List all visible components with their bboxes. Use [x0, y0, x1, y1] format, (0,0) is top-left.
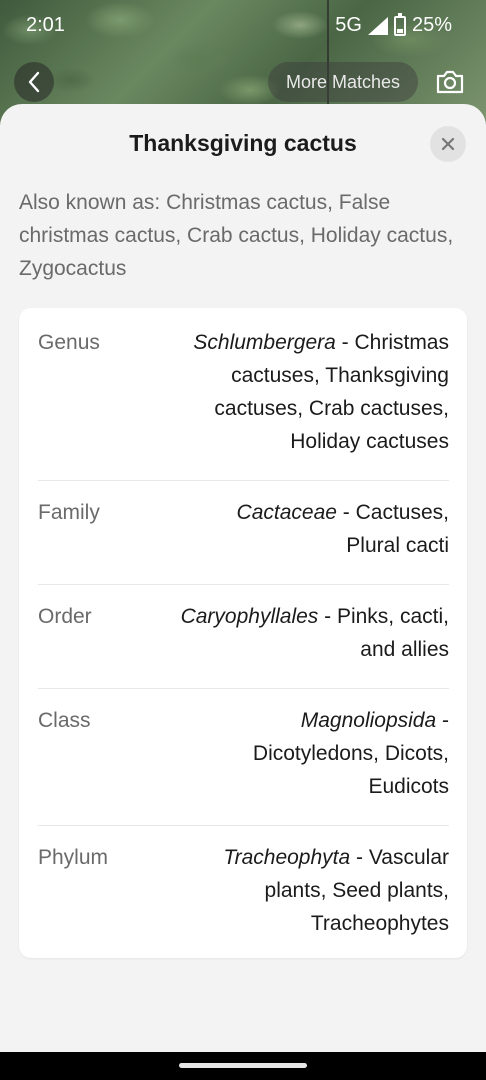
row-divider: [38, 825, 449, 826]
row-divider: [38, 584, 449, 585]
more-matches-button[interactable]: More Matches: [268, 62, 418, 102]
back-button[interactable]: [14, 62, 54, 102]
taxonomy-label: Order: [38, 605, 92, 628]
scientific-name: Caryophyllales: [180, 605, 319, 628]
scientific-name: Schlumbergera: [193, 331, 336, 354]
scientific-name: Cactaceae: [236, 501, 337, 524]
home-gesture-handle[interactable]: [179, 1063, 307, 1068]
plant-name-title: Thanksgiving cactus: [129, 130, 357, 156]
common-names: - Pinks, cacti, and allies: [318, 605, 449, 661]
navigation-bar: [0, 1052, 486, 1080]
common-names: - Cactuses, Plural cacti: [336, 501, 449, 557]
taxonomy-value: Tracheophyta - Vascular plants, Seed pla…: [159, 841, 449, 940]
taxonomy-value: Caryophyllales - Pinks, cacti, and allie…: [169, 600, 449, 666]
taxonomy-value: Schlumbergera - Christmas cactuses, Than…: [139, 326, 449, 458]
close-icon: [441, 137, 455, 151]
taxonomy-label: Phylum: [38, 846, 109, 869]
battery-icon: [393, 12, 406, 36]
taxonomy-row-phylum: Phylum Tracheophyta - Vascular plants, S…: [38, 841, 449, 940]
row-divider: [38, 688, 449, 689]
scientific-name: Tracheophyta: [223, 846, 351, 869]
taxonomy-label: Family: [38, 501, 100, 524]
taxonomy-label: Genus: [38, 331, 100, 354]
taxonomy-row-class: Class Magnoliopsida - Dicotyledons, Dico…: [38, 704, 449, 803]
also-known-as: Also known as: Christmas cactus, False c…: [19, 191, 454, 280]
scientific-name: Magnoliopsida: [300, 709, 437, 732]
taxonomy-row-order: Order Caryophyllales - Pinks, cacti, and…: [38, 600, 449, 666]
battery-percent: 25%: [411, 14, 452, 36]
close-button[interactable]: [430, 126, 466, 162]
signal-icon: [367, 16, 388, 35]
network-label: 5G: [335, 14, 362, 36]
back-arrow-icon: [28, 71, 40, 93]
taxonomy-value: Cactaceae - Cactuses, Plural cacti: [179, 496, 449, 562]
status-bar: 2:01 5G 25%: [0, 0, 486, 54]
camera-button[interactable]: [428, 60, 472, 104]
taxonomy-row-family: Family Cactaceae - Cactuses, Plural cact…: [38, 496, 449, 562]
plant-details-sheet: Thanksgiving cactus Also known as: Chris…: [0, 104, 486, 1052]
taxonomy-value: Magnoliopsida - Dicotyledons, Dicots, Eu…: [189, 704, 449, 803]
status-indicators: 5G 25%: [335, 12, 452, 37]
camera-icon: [436, 70, 464, 94]
row-divider: [38, 480, 449, 481]
taxonomy-card: Genus Schlumbergera - Christmas cactuses…: [19, 308, 467, 958]
taxonomy-label: Class: [38, 709, 91, 732]
taxonomy-row-genus: Genus Schlumbergera - Christmas cactuses…: [38, 326, 449, 458]
status-time: 2:01: [26, 14, 65, 36]
